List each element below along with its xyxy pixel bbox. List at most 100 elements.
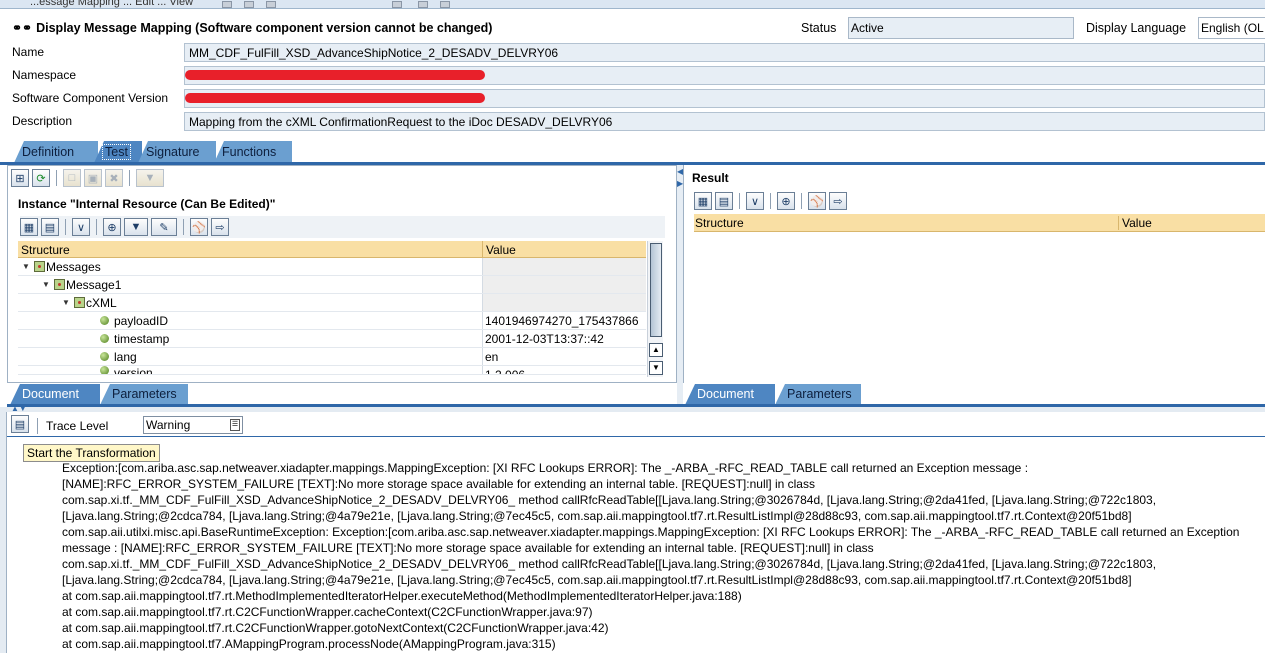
tab-test[interactable]: Test — [94, 141, 142, 163]
expand-all-icon[interactable]: ∨ — [746, 192, 764, 210]
toolbar-delete-icon[interactable] — [266, 1, 276, 8]
toolbar-edit-icon[interactable] — [222, 1, 232, 8]
log-line: com.sap.aii.utilxi.misc.api.BaseRuntimeE… — [62, 525, 1240, 539]
find-icon[interactable]: ⚾ — [808, 192, 826, 210]
table-row[interactable]: lang en — [18, 348, 646, 366]
tree-node-value[interactable] — [483, 258, 646, 275]
tab-test-label: Test — [102, 144, 131, 160]
trace-level-select[interactable]: Warning ☰ — [143, 416, 243, 434]
tree-node-label: version — [114, 366, 153, 374]
tab-parameters-left[interactable]: Parameters — [100, 384, 188, 405]
log-line: at com.sap.aii.mappingtool.tf7.rt.C2CFun… — [62, 605, 593, 619]
expand-all-icon[interactable]: ∨ — [72, 218, 90, 236]
tree-node-label: cXML — [86, 295, 117, 310]
toolbar-separator — [129, 170, 130, 186]
test-toolbar: ⊞ ⟳ □ ▣ ✖ ▼ — [11, 167, 164, 189]
table-row[interactable]: timestamp 2001-12-03T13:37::42 — [18, 330, 646, 348]
scroll-down-icon[interactable]: ▼ — [649, 361, 663, 375]
splitter-collapse-icon[interactable]: ▲▼ — [11, 404, 27, 413]
table-view-icon[interactable]: ▦ — [694, 192, 712, 210]
trace-level-value: Warning — [146, 418, 191, 432]
tree-node-value[interactable] — [483, 276, 646, 293]
table-row[interactable]: ▼ Message1 — [18, 276, 646, 294]
toolbar-layout3-icon[interactable] — [440, 1, 450, 8]
column-header-value[interactable]: Value — [483, 241, 646, 257]
log-line: at com.sap.aii.mappingtool.tf7.rt.Method… — [62, 589, 742, 603]
find-icon[interactable]: ⚾ — [190, 218, 208, 236]
source-view-icon[interactable]: ▤ — [41, 218, 59, 236]
table-row[interactable]: version 1.2.006 — [18, 366, 646, 375]
table-view-icon[interactable]: ▦ — [20, 218, 38, 236]
tab-functions[interactable]: Functions — [214, 141, 292, 163]
table-row[interactable]: payloadID 1401946974270_175437866 — [18, 312, 646, 330]
log-line: at com.sap.aii.mappingtool.tf7.rt.C2CFun… — [62, 621, 609, 635]
status-label: Status — [801, 21, 837, 35]
redaction-mark — [185, 93, 485, 103]
attribute-icon — [100, 366, 109, 374]
toolbar-layout2-icon[interactable] — [418, 1, 428, 8]
tree-node-label: timestamp — [114, 331, 170, 346]
toolbar-separator — [739, 193, 740, 209]
left-border — [0, 412, 7, 653]
start-transformation-icon[interactable]: ⟳ — [32, 169, 50, 187]
dropdown-icon[interactable]: ☰ — [230, 419, 240, 431]
tree-node-label: Message1 — [66, 277, 122, 292]
collapse-toggle-icon[interactable]: ▼ — [42, 280, 54, 289]
toolbar-separator — [96, 219, 97, 235]
tree-node-label: payloadID — [114, 313, 169, 328]
tree-node-value[interactable] — [483, 294, 646, 311]
tree-node-value[interactable]: 2001-12-03T13:37::42 — [483, 330, 646, 347]
column-header-structure[interactable]: Structure — [695, 216, 744, 230]
software-component-version-field[interactable] — [184, 89, 1265, 108]
start-transformation-button[interactable]: ▤ — [11, 415, 29, 433]
tree-scrollbar[interactable]: ▲ ▼ — [647, 241, 663, 377]
menu-bar-label[interactable]: ...essage Mapping ... Edit ... View — [30, 0, 193, 8]
tab-parameters-right[interactable]: Parameters — [775, 384, 861, 405]
instance-title: Instance "Internal Resource (Can Be Edit… — [18, 197, 276, 211]
load-test-instance-icon[interactable]: ⊞ — [11, 169, 29, 187]
tab-definition[interactable]: Definition — [14, 141, 98, 163]
table-row[interactable]: ▼ cXML — [18, 294, 646, 312]
add-node-icon[interactable]: ⊕ — [777, 192, 795, 210]
edit-node-dropdown-icon[interactable]: ✎ — [151, 218, 177, 236]
add-node-icon[interactable]: ⊕ — [103, 218, 121, 236]
tree-table-header: Structure Value — [18, 241, 646, 258]
log-line: message : [NAME]:RFC_ERROR_SYSTEM_FAILUR… — [62, 541, 874, 555]
column-header-value[interactable]: Value — [1118, 216, 1152, 230]
export-icon[interactable]: ⇨ — [829, 192, 847, 210]
tree-node-value[interactable]: en — [483, 348, 646, 365]
tab-document-right[interactable]: Document — [685, 384, 775, 405]
description-field[interactable]: Mapping from the cXML ConfirmationReques… — [184, 112, 1265, 131]
export-icon[interactable]: ⇨ — [211, 218, 229, 236]
tree-node-value[interactable]: 1401946974270_175437866 — [483, 312, 646, 329]
new-document-icon[interactable]: □ — [63, 169, 81, 187]
tree-node-value[interactable]: 1.2.006 — [483, 366, 646, 374]
namespace-field[interactable] — [184, 66, 1265, 85]
scrollbar-thumb[interactable] — [650, 243, 662, 337]
tab-document-left[interactable]: Document — [10, 384, 100, 405]
column-header-structure[interactable]: Structure — [18, 241, 483, 257]
toolbar-separator — [65, 219, 66, 235]
delete-icon[interactable]: ✖ — [105, 169, 123, 187]
log-line: Exception:[com.ariba.asc.sap.netweaver.x… — [62, 461, 1029, 475]
scroll-up-icon[interactable]: ▲ — [649, 343, 663, 357]
tab-signature[interactable]: Signature — [138, 141, 216, 163]
log-line: com.sap.xi.tf._MM_CDF_FulFill_XSD_Advanc… — [62, 493, 1157, 507]
toolbar-layout-icon[interactable] — [392, 1, 402, 8]
node-icon — [74, 297, 85, 308]
toolbar-copy-icon[interactable] — [244, 1, 254, 8]
source-view-icon[interactable]: ▤ — [715, 192, 733, 210]
options-dropdown-icon[interactable]: ▼ — [136, 169, 164, 187]
save-icon[interactable]: ▣ — [84, 169, 102, 187]
horizontal-splitter[interactable]: ▲▼ — [0, 404, 1265, 413]
log-line: [Ljava.lang.String;@2cdca784, [Ljava.lan… — [62, 573, 1132, 587]
attribute-icon — [100, 352, 109, 361]
trace-divider — [7, 436, 1265, 437]
collapse-toggle-icon[interactable]: ▼ — [22, 262, 34, 271]
table-row[interactable]: ▼ Messages — [18, 258, 646, 276]
name-field[interactable]: MM_CDF_FulFill_XSD_AdvanceShipNotice_2_D… — [184, 43, 1265, 62]
display-language-select[interactable]: English (OL — [1198, 17, 1265, 39]
toolbar-separator — [770, 193, 771, 209]
collapse-toggle-icon[interactable]: ▼ — [62, 298, 74, 307]
filter-dropdown-icon[interactable]: ▼ — [124, 218, 148, 236]
